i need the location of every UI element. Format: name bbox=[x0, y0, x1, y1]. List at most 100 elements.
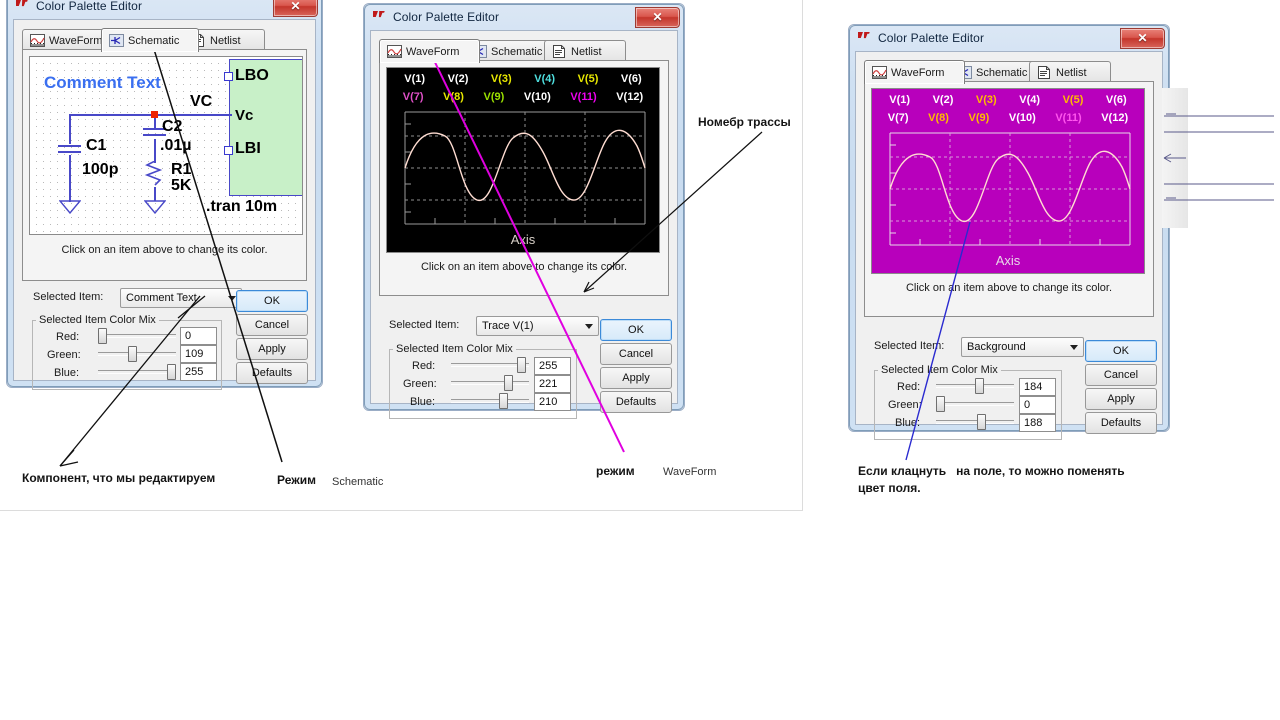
annotation-field-note-line2: цвет поля. bbox=[858, 481, 921, 495]
selected-item-label-2: Selected Item: bbox=[389, 319, 460, 331]
red-slider-3[interactable] bbox=[936, 378, 1014, 394]
color-palette-editor-dialog-waveform-magenta[interactable]: Color Palette Editor ✕ WaveForm Schemati… bbox=[848, 24, 1170, 440]
ok-button-3[interactable]: OK bbox=[1085, 340, 1157, 362]
hint-text-3: Click on an item above to change its col… bbox=[905, 282, 1113, 294]
green-value-1[interactable]: 109 bbox=[180, 345, 217, 363]
ok-button-2[interactable]: OK bbox=[600, 319, 672, 341]
ok-button-1[interactable]: OK bbox=[236, 290, 308, 312]
defaults-button-1[interactable]: Defaults bbox=[236, 362, 308, 384]
tab-label-schematic-1: Schematic bbox=[128, 34, 180, 47]
slider-track bbox=[451, 381, 529, 385]
tabpanel-3: V(1) V(2) V(3) V(4) V(5) V(6) V(7) V(8) … bbox=[864, 81, 1154, 317]
blue-value-1[interactable]: 255 bbox=[180, 363, 217, 381]
slider-thumb[interactable] bbox=[504, 375, 514, 391]
tab-netlist-2[interactable]: Netlist bbox=[544, 40, 626, 62]
annotation-mode-bold: Режим bbox=[277, 473, 316, 487]
red-value-3[interactable]: 184 bbox=[1019, 378, 1056, 396]
titlebar-2[interactable]: Color Palette Editor ✕ bbox=[364, 4, 684, 30]
dialog-title-2: Color Palette Editor bbox=[393, 10, 500, 24]
cancel-button-1[interactable]: Cancel bbox=[236, 314, 308, 336]
red-value-2[interactable]: 255 bbox=[534, 357, 571, 375]
waveform-icon bbox=[387, 45, 402, 58]
close-button-1[interactable]: ✕ bbox=[273, 0, 318, 17]
blue-slider-1[interactable] bbox=[98, 364, 176, 380]
waveform-canvas-3: V(1) V(2) V(3) V(4) V(5) V(6) V(7) V(8) … bbox=[872, 89, 1144, 273]
wire-c1-vert bbox=[69, 114, 71, 144]
selected-item-value-1: Comment Text bbox=[126, 292, 197, 304]
red-value-1[interactable]: 0 bbox=[180, 327, 217, 345]
slider-thumb[interactable] bbox=[936, 396, 945, 412]
background-window-sliver-detail bbox=[1163, 113, 1274, 201]
annotation-mode2-bold: режим bbox=[596, 464, 635, 478]
green-slider-3[interactable] bbox=[936, 396, 1014, 412]
defaults-button-2[interactable]: Defaults bbox=[600, 391, 672, 413]
red-slider-1[interactable] bbox=[98, 328, 176, 344]
cap-c1-plate-top bbox=[58, 145, 81, 147]
cancel-button-2[interactable]: Cancel bbox=[600, 343, 672, 365]
blue-slider-3[interactable] bbox=[936, 414, 1014, 430]
titlebar-1[interactable]: Color Palette Editor ✕ bbox=[7, 0, 322, 19]
selected-item-combo-1[interactable]: Comment Text bbox=[120, 288, 242, 308]
selected-item-combo-3[interactable]: Background bbox=[961, 337, 1084, 357]
slider-thumb[interactable] bbox=[499, 393, 509, 409]
tab-schematic-1[interactable]: Schematic bbox=[101, 28, 199, 52]
resistor-r1-icon bbox=[144, 161, 163, 186]
selected-item-combo-2[interactable]: Trace V(1) bbox=[476, 316, 599, 336]
green-value-3[interactable]: 0 bbox=[1019, 396, 1056, 414]
slider-thumb[interactable] bbox=[127, 346, 137, 362]
blue-value-2[interactable]: 210 bbox=[534, 393, 571, 411]
tabstrip-3: WaveForm Schematic Netlist bbox=[864, 60, 1154, 84]
color-palette-editor-dialog-schematic[interactable]: Color Palette Editor ✕ WaveForm Schemati… bbox=[6, 0, 323, 390]
dialog-body-2: WaveForm Schematic Netlist V(1) V(2) V(3… bbox=[370, 30, 678, 419]
dialog-body-3: WaveForm Schematic Netlist V(1) V(2) V(3… bbox=[855, 51, 1163, 440]
blue-label-2: Blue: bbox=[410, 396, 436, 408]
red-slider-2[interactable] bbox=[451, 357, 529, 373]
defaults-button-3[interactable]: Defaults bbox=[1085, 412, 1157, 434]
apply-button-3[interactable]: Apply bbox=[1085, 388, 1157, 410]
slider-thumb[interactable] bbox=[98, 328, 107, 344]
titlebar-3[interactable]: Color Palette Editor ✕ bbox=[849, 25, 1169, 51]
apply-button-1[interactable]: Apply bbox=[236, 338, 308, 360]
selected-item-label-1: Selected Item: bbox=[33, 291, 104, 303]
schematic-label-tran-directive: .tran 10m bbox=[206, 198, 278, 215]
green-slider-1[interactable] bbox=[98, 346, 176, 362]
slider-track bbox=[936, 420, 1014, 424]
tab-waveform-3[interactable]: WaveForm bbox=[864, 60, 965, 84]
slider-thumb[interactable] bbox=[516, 357, 526, 373]
tab-netlist-3[interactable]: Netlist bbox=[1029, 61, 1111, 83]
schematic-label-c2: C2 bbox=[162, 118, 183, 135]
screenshot-stage: Color Palette Editor ✕ WaveForm Schemati… bbox=[0, 0, 1280, 720]
wire-c2-r1 bbox=[154, 139, 156, 163]
dialog-body-1: WaveForm Schematic Netlist Comment Text … bbox=[13, 19, 316, 390]
close-icon: ✕ bbox=[290, 0, 301, 13]
axis-label-3: Axis bbox=[996, 253, 1021, 268]
slider-thumb[interactable] bbox=[975, 378, 984, 394]
slider-track bbox=[98, 334, 176, 338]
slider-track bbox=[98, 352, 176, 356]
slider-thumb[interactable] bbox=[976, 414, 986, 430]
green-value-2[interactable]: 221 bbox=[534, 375, 571, 393]
blue-value-3[interactable]: 188 bbox=[1019, 414, 1056, 432]
linear-technology-logo-icon bbox=[373, 11, 385, 18]
slider-thumb[interactable] bbox=[166, 364, 176, 380]
apply-button-2[interactable]: Apply bbox=[600, 367, 672, 389]
tabstrip-1: WaveForm Schematic Netlist bbox=[22, 28, 307, 52]
slider-track bbox=[98, 370, 176, 374]
port-lbo bbox=[224, 72, 233, 81]
green-slider-2[interactable] bbox=[451, 375, 529, 391]
tab-waveform-2[interactable]: WaveForm bbox=[379, 39, 480, 63]
wire-c1-bottom bbox=[69, 155, 71, 202]
close-button-3[interactable]: ✕ bbox=[1120, 27, 1165, 49]
dialog-title-3: Color Palette Editor bbox=[878, 31, 985, 45]
cancel-button-3[interactable]: Cancel bbox=[1085, 364, 1157, 386]
color-palette-editor-dialog-waveform-black[interactable]: Color Palette Editor ✕ WaveForm Schemati… bbox=[363, 3, 685, 419]
schematic-preview-1[interactable]: Comment Text VC Vc LBO LBI C1 100p C2 .0… bbox=[29, 56, 303, 235]
schematic-canvas: Comment Text VC Vc LBO LBI C1 100p C2 .0… bbox=[30, 57, 302, 234]
close-button-2[interactable]: ✕ bbox=[635, 6, 680, 28]
waveform-preview-2[interactable]: V(1) V(2) V(3) V(4) V(5) V(6) V(7) V(8) … bbox=[386, 67, 660, 253]
chevron-down-icon bbox=[1070, 344, 1078, 350]
red-label-3: Red: bbox=[897, 381, 921, 393]
waveform-preview-3[interactable]: V(1) V(2) V(3) V(4) V(5) V(6) V(7) V(8) … bbox=[871, 88, 1145, 274]
blue-slider-2[interactable] bbox=[451, 393, 529, 409]
schematic-label-lbo: LBO bbox=[235, 67, 269, 84]
